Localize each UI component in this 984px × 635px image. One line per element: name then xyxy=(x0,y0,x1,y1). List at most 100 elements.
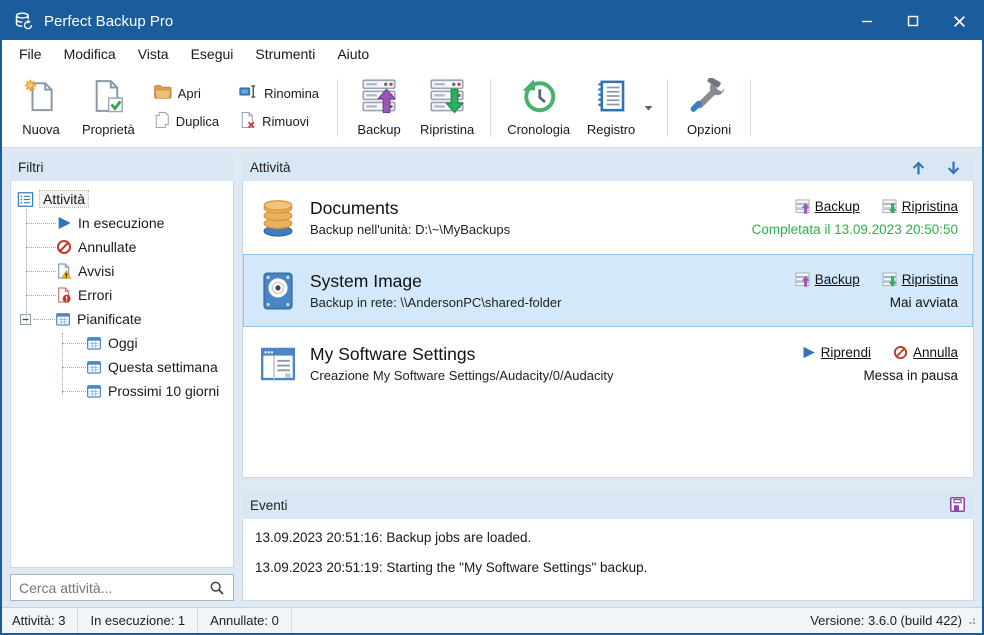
menu-vista[interactable]: Vista xyxy=(127,42,180,66)
calendar-icon xyxy=(55,311,71,327)
server-up-icon xyxy=(795,199,810,214)
toolbar-separator xyxy=(750,78,752,137)
filter-oggi[interactable]: Oggi xyxy=(11,331,233,355)
open-button[interactable]: Apri xyxy=(149,81,223,105)
tasks-panel-title: Attività xyxy=(250,160,291,175)
filters-title: Filtri xyxy=(18,160,44,175)
window-title: Perfect Backup Pro xyxy=(44,12,174,30)
move-down-icon[interactable] xyxy=(945,159,962,177)
server-down-icon xyxy=(882,272,897,287)
task-name: System Image xyxy=(310,271,422,291)
filter-label: Oggi xyxy=(108,335,138,351)
main-column: Attività Documents Backup nell'unità: D:… xyxy=(242,154,974,601)
search-icon[interactable] xyxy=(209,580,225,596)
search-input[interactable] xyxy=(19,579,209,596)
filter-avvisi[interactable]: Avvisi xyxy=(11,259,233,283)
backup-button[interactable]: Backup xyxy=(346,74,412,141)
backup-link[interactable]: Backup xyxy=(795,272,860,287)
filters-header: Filtri xyxy=(10,154,234,181)
warning-document-icon xyxy=(56,263,72,279)
filter-prossimi-10-giorni[interactable]: Prossimi 10 giorni xyxy=(11,379,233,403)
rename-button[interactable]: Rinomina xyxy=(235,81,323,105)
status-tasks-count: Attività: 3 xyxy=(2,608,79,633)
rename-label: Rinomina xyxy=(264,85,320,101)
restore-label: Ripristina xyxy=(420,122,475,137)
menu-aiuto[interactable]: Aiuto xyxy=(326,42,380,66)
save-log-icon[interactable] xyxy=(949,496,966,516)
task-name: My Software Settings xyxy=(310,344,476,364)
calendar-icon xyxy=(86,359,102,375)
filter-in-esecuzione[interactable]: In esecuzione xyxy=(11,211,233,235)
server-backup-icon xyxy=(361,78,397,119)
server-restore-icon xyxy=(429,78,465,119)
history-button[interactable]: Cronologia xyxy=(499,74,578,141)
filter-annullate[interactable]: Annullate xyxy=(11,235,233,259)
database-stack-icon xyxy=(258,198,298,238)
filter-label: Avvisi xyxy=(78,263,115,279)
restore-button[interactable]: Ripristina xyxy=(412,74,482,141)
log-button[interactable]: Registro xyxy=(578,74,644,141)
minimize-button[interactable] xyxy=(844,2,890,40)
options-button[interactable]: Opzioni xyxy=(676,74,742,141)
filter-label: Prossimi 10 giorni xyxy=(108,383,220,399)
menu-file[interactable]: File xyxy=(8,42,53,66)
properties-button[interactable]: Proprietà xyxy=(74,74,143,141)
task-row-my-software-settings[interactable]: My Software Settings Creazione My Softwa… xyxy=(243,327,973,400)
toolbar-separator xyxy=(490,78,492,137)
filter-questa-settimana[interactable]: Questa settimana xyxy=(11,355,233,379)
filters-tree: Attività In esecuzione Annullate Avvisi … xyxy=(10,181,234,568)
toolbar-separator xyxy=(337,78,339,137)
panel-splitter[interactable] xyxy=(242,478,974,492)
event-entry: 13.09.2023 20:51:19: Starting the "My So… xyxy=(255,560,648,575)
duplicate-button[interactable]: Duplica xyxy=(149,109,223,134)
filter-label: Attività xyxy=(38,190,90,208)
resume-link[interactable]: Riprendi xyxy=(801,345,871,360)
search-box xyxy=(10,574,234,601)
events-panel-title: Eventi xyxy=(250,498,288,513)
restore-link[interactable]: Ripristina xyxy=(882,272,958,287)
close-button[interactable] xyxy=(936,2,982,40)
task-row-documents[interactable]: Documents Backup nell'unità: D:\~\MyBack… xyxy=(243,181,973,254)
resize-grip[interactable] xyxy=(966,613,976,628)
menu-esegui[interactable]: Esegui xyxy=(180,42,245,66)
properties-label: Proprietà xyxy=(82,122,135,137)
filter-pianificate[interactable]: Pianificate xyxy=(11,307,233,331)
filter-label: Questa settimana xyxy=(108,359,218,375)
log-dropdown-button[interactable] xyxy=(638,101,659,115)
copy-icon xyxy=(153,111,170,132)
folder-icon xyxy=(153,83,172,103)
server-up-icon xyxy=(795,272,810,287)
status-bar: Attività: 3 In esecuzione: 1 Annullate: … xyxy=(2,607,982,633)
remove-button[interactable]: Rimuovi xyxy=(235,109,323,134)
content-area: Filtri Attività In esecuzione Annullate … xyxy=(2,148,982,607)
restore-link[interactable]: Ripristina xyxy=(882,199,958,214)
tools-icon xyxy=(690,76,728,119)
move-up-icon[interactable] xyxy=(910,159,927,177)
filter-errori[interactable]: Errori xyxy=(11,283,233,307)
app-window: Perfect Backup Pro File Modifica Vista E… xyxy=(0,0,984,635)
task-description: Backup in rete: \\AndersonPC\shared-fold… xyxy=(310,295,562,310)
history-icon xyxy=(521,78,557,119)
task-row-system-image[interactable]: System Image Backup in rete: \\AndersonP… xyxy=(243,254,973,327)
status-running-count: In esecuzione: 1 xyxy=(78,608,199,633)
menu-modifica[interactable]: Modifica xyxy=(53,42,127,66)
task-status: Completata il 13.09.2023 20:50:50 xyxy=(751,221,958,237)
task-description: Backup nell'unità: D:\~\MyBackups xyxy=(310,222,511,237)
remove-document-icon xyxy=(239,111,256,132)
cancel-link[interactable]: Annulla xyxy=(893,345,958,360)
events-panel-header: Eventi xyxy=(242,492,974,519)
filter-attivita[interactable]: Attività xyxy=(11,187,233,211)
tree-connector-line xyxy=(62,333,63,395)
backup-link[interactable]: Backup xyxy=(795,199,860,214)
filter-label: In esecuzione xyxy=(78,215,165,231)
tasks-panel-header: Attività xyxy=(242,154,974,181)
new-task-button[interactable]: Nuova xyxy=(8,74,74,141)
hard-drive-icon xyxy=(258,271,298,311)
cancel-icon xyxy=(893,345,908,360)
document-check-icon xyxy=(91,78,125,119)
menu-strumenti[interactable]: Strumenti xyxy=(244,42,326,66)
play-icon xyxy=(801,345,816,360)
maximize-button[interactable] xyxy=(890,2,936,40)
task-list-icon xyxy=(17,191,34,208)
status-version: Versione: 3.6.0 (build 422) xyxy=(810,613,962,628)
